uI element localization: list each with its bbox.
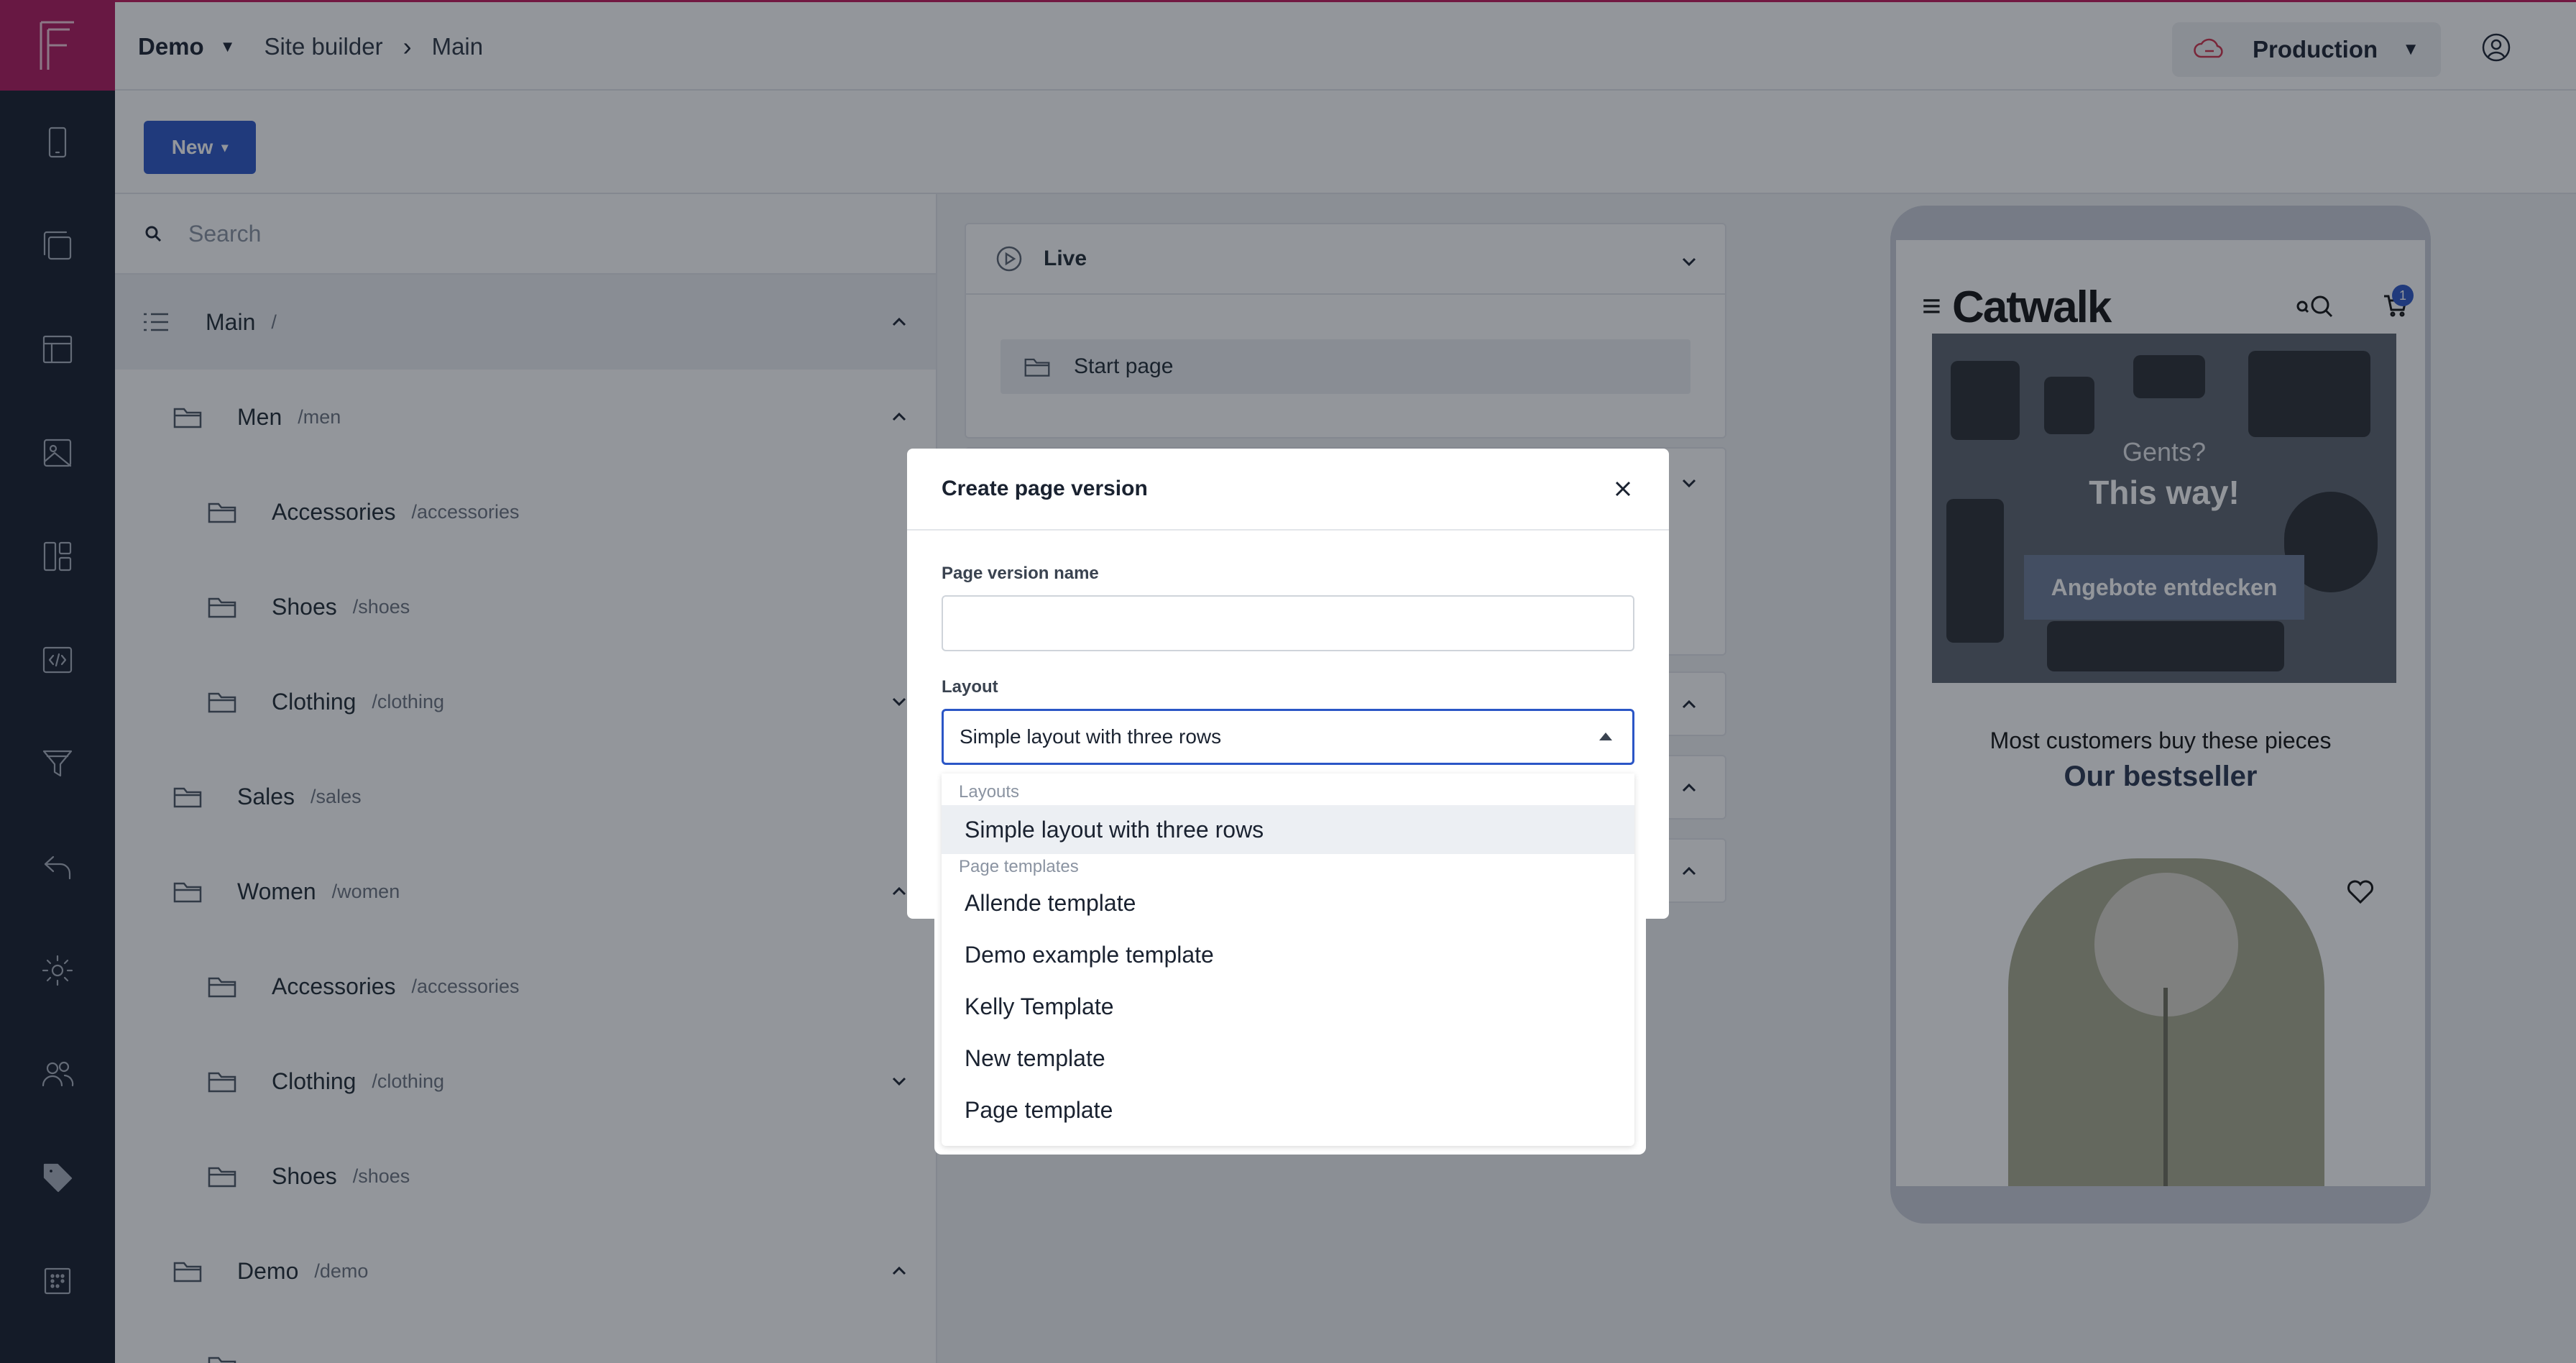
layout-dropdown: Layouts Simple layout with three rows Pa… bbox=[942, 774, 1634, 1146]
group-page-templates: Page templates bbox=[959, 857, 1079, 876]
close-icon[interactable] bbox=[1609, 474, 1637, 503]
template-option[interactable]: New template bbox=[942, 1034, 1634, 1083]
layout-label: Layout bbox=[942, 677, 998, 697]
dialog-title: Create page version bbox=[942, 477, 1148, 500]
layout-select[interactable]: Simple layout with three rows bbox=[942, 709, 1634, 765]
template-option[interactable]: Allende template bbox=[942, 878, 1634, 927]
group-layouts: Layouts bbox=[959, 782, 1020, 802]
layout-option[interactable]: Simple layout with three rows bbox=[942, 805, 1634, 854]
dialog-header: Create page version bbox=[907, 449, 1669, 531]
caret-up-icon bbox=[1599, 733, 1612, 740]
template-option[interactable]: Page template bbox=[942, 1086, 1634, 1134]
version-name-input[interactable] bbox=[942, 595, 1634, 651]
template-option[interactable]: Demo example template bbox=[942, 930, 1634, 979]
layout-field: Layout Simple layout with three rows Lay… bbox=[934, 667, 1646, 1155]
template-option[interactable]: Kelly Template bbox=[942, 982, 1634, 1031]
version-name-label: Page version name bbox=[942, 564, 1099, 583]
layout-selected-value: Simple layout with three rows bbox=[960, 725, 1222, 748]
